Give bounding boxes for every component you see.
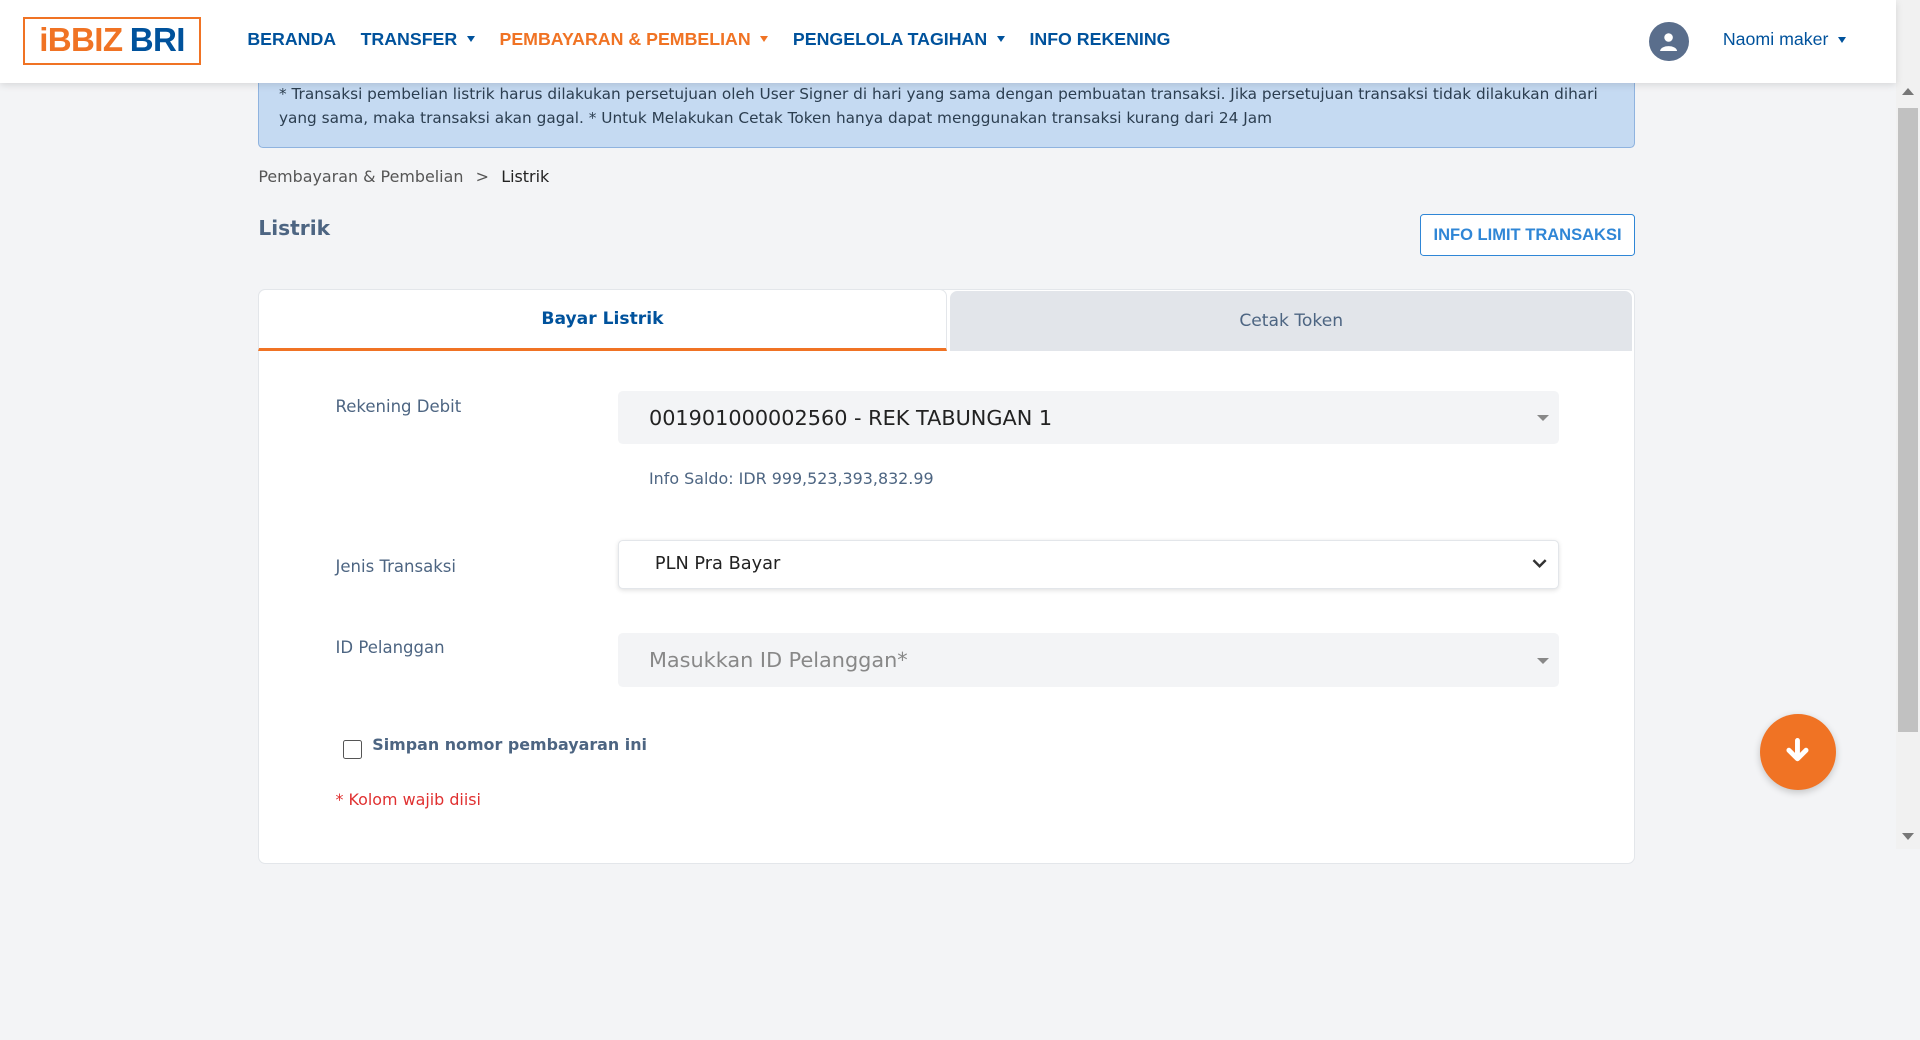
breadcrumb: Pembayaran & Pembelian > Listrik	[258, 167, 549, 186]
scrollbar-thumb[interactable]	[1897, 107, 1918, 733]
required-note: * Kolom wajib diisi	[335, 789, 481, 809]
jenis-transaksi-select[interactable]: PLN Pra Bayar	[618, 540, 1559, 589]
user-menu[interactable]: Naomi maker	[1723, 29, 1847, 50]
tab-bayar-listrik[interactable]: Bayar Listrik	[258, 288, 947, 352]
id-pelanggan-label: ID Pelanggan	[335, 637, 445, 657]
user-icon	[1660, 33, 1678, 52]
user-avatar-icon[interactable]	[1649, 22, 1689, 62]
info-saldo: Info Saldo: IDR 999,523,393,832.99	[648, 468, 934, 488]
page-title: Listrik	[258, 215, 331, 240]
nav-info-rekening[interactable]: INFO REKENING	[1029, 29, 1170, 50]
main-nav: BERANDA TRANSFER PEMBAYARAN & PEMBELIAN …	[247, 0, 1195, 78]
nav-pengelola-tagihan[interactable]: PENGELOLA TAGIHAN	[793, 29, 1005, 50]
nav-pembayaran-pembelian[interactable]: PEMBAYARAN & PEMBELIAN	[499, 29, 769, 50]
rekening-debit-label: Rekening Debit	[335, 396, 462, 416]
id-pelanggan-input[interactable]: Masukkan ID Pelanggan*	[618, 633, 1559, 687]
top-navbar: iBBIZ BRI BERANDA TRANSFER PEMBAYARAN & P…	[0, 0, 1896, 84]
arrow-down-icon	[1786, 738, 1809, 762]
simpan-nomor-label[interactable]: Simpan nomor pembayaran ini	[372, 735, 647, 754]
breadcrumb-separator: >	[475, 166, 489, 186]
chevron-down-icon	[1532, 559, 1547, 569]
nav-transfer[interactable]: TRANSFER	[361, 29, 475, 50]
caret-down-icon	[996, 36, 1005, 43]
jenis-transaksi-label: Jenis Transaksi	[335, 557, 456, 577]
caret-down-icon	[1838, 36, 1847, 43]
nav-beranda[interactable]: BERANDA	[247, 29, 336, 50]
breadcrumb-current: Listrik	[501, 166, 550, 186]
rekening-debit-select[interactable]: 001901000002560 - REK TABUNGAN 1	[618, 390, 1559, 445]
scroll-down-arrow-icon[interactable]	[1901, 832, 1914, 840]
caret-down-icon	[467, 36, 475, 43]
breadcrumb-parent[interactable]: Pembayaran & Pembelian	[258, 167, 463, 186]
ibbiz-bri-logo[interactable]: iBBIZ BRI	[23, 17, 201, 65]
scroll-up-arrow-icon[interactable]	[1901, 88, 1914, 96]
info-limit-transaksi-button[interactable]: INFO LIMIT TRANSAKSI	[1420, 214, 1635, 256]
tab-cetak-token[interactable]: Cetak Token	[950, 291, 1633, 352]
simpan-nomor-checkbox[interactable]	[342, 739, 363, 760]
caret-down-icon	[760, 36, 769, 43]
scroll-down-button[interactable]	[1759, 713, 1836, 790]
caret-down-icon	[1536, 415, 1549, 421]
caret-down-icon	[1536, 657, 1549, 664]
